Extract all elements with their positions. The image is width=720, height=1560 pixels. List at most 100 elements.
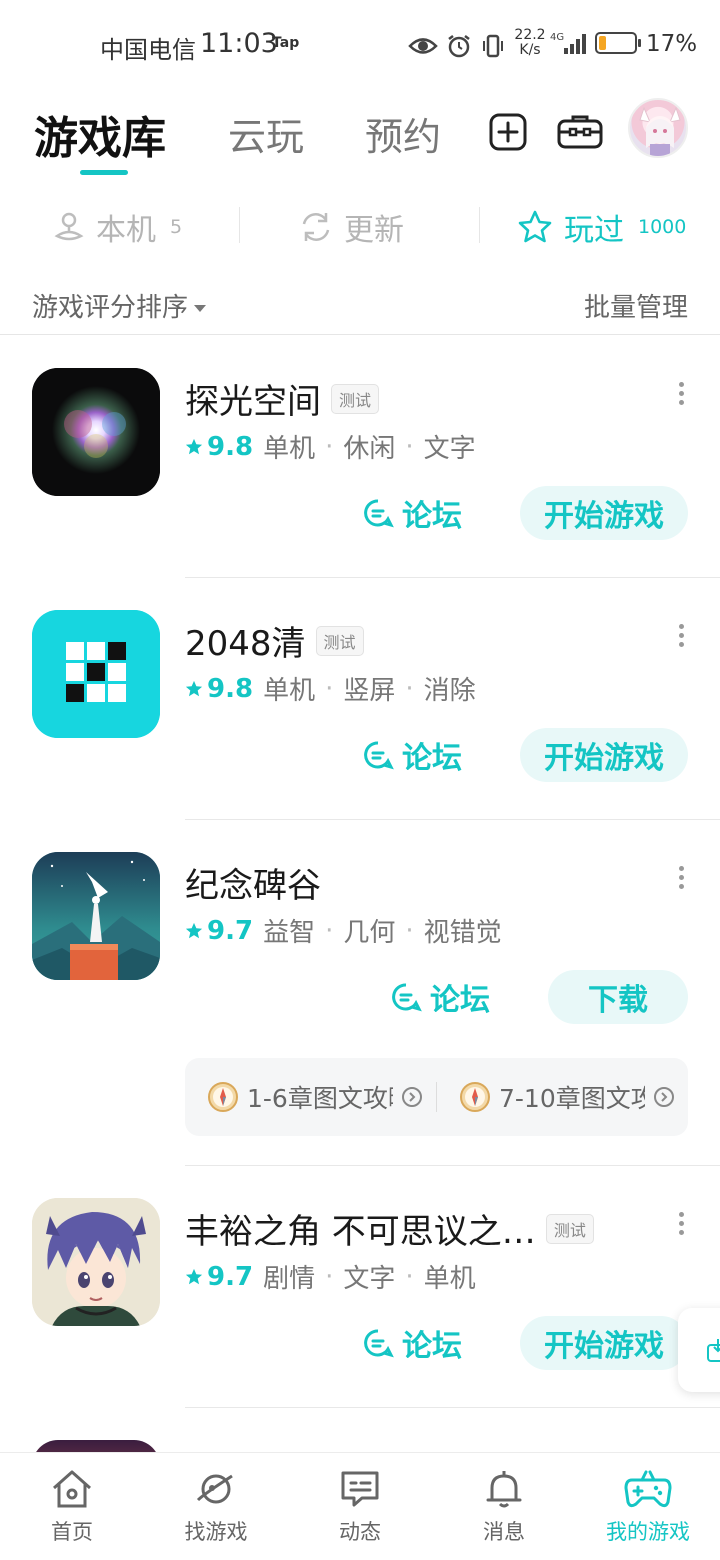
nav-home[interactable]: 首页 <box>0 1453 144 1560</box>
start-game-button[interactable]: 开始游戏 <box>520 486 688 540</box>
game-icon-art <box>32 852 160 980</box>
tab-reservation[interactable]: 预约 <box>365 106 441 161</box>
tag-separator: · <box>325 915 334 946</box>
toolbox-icon[interactable] <box>556 110 604 154</box>
nav-my-games[interactable]: 我的游戏 <box>576 1453 720 1560</box>
batch-manage-button[interactable]: 批量管理 <box>584 287 688 324</box>
nav-messages[interactable]: 消息 <box>432 1453 576 1560</box>
nav-find-games[interactable]: 找游戏 <box>144 1453 288 1560</box>
download-button[interactable]: 下载 <box>548 970 688 1024</box>
tag-separator: · <box>325 673 334 704</box>
guide-link[interactable]: 1-6章图文攻略 <box>185 1079 436 1115</box>
filter-local[interactable]: 本机 5 <box>52 203 182 251</box>
tab-game-library[interactable]: 游戏库 <box>34 102 166 166</box>
battery-percent: 17% <box>646 31 698 57</box>
game-title-text: 丰裕之角 不可思议之… <box>185 1212 536 1252</box>
planet-icon <box>196 1474 233 1503</box>
forum-icon <box>364 499 394 528</box>
chat-icon <box>341 1471 379 1506</box>
forum-button[interactable]: 论坛 <box>362 728 462 782</box>
test-badge: 测试 <box>331 383 380 414</box>
forum-button[interactable]: 论坛 <box>362 486 462 540</box>
game-title[interactable]: 丰裕之角 不可思议之… 测试 <box>185 1204 594 1253</box>
active-tab-indicator <box>80 170 128 175</box>
more-options-icon[interactable] <box>672 380 690 408</box>
game-item[interactable]: 纪念碑谷 9.7 益智 · 几何 · 视错觉 论坛 下载 1-6章图文攻略 7-… <box>0 820 720 1166</box>
more-options-icon[interactable] <box>672 622 690 650</box>
more-options-icon[interactable] <box>672 864 690 892</box>
next-game-preview <box>0 1410 720 1452</box>
nav-messages-label: 消息 <box>483 1519 525 1544</box>
forum-button[interactable]: 论坛 <box>390 970 490 1024</box>
user-avatar[interactable] <box>628 98 688 158</box>
tap-notification-icon: Tap <box>272 35 300 51</box>
filter-row: 本机 5 更新 玩过 1000 <box>0 195 720 259</box>
floating-side-button[interactable] <box>678 1308 720 1392</box>
filter-local-label: 本机 <box>96 213 156 248</box>
game-score-value: 9.7 <box>207 915 254 946</box>
caret-down-icon <box>194 305 207 312</box>
sort-dropdown-label: 游戏评分排序 <box>32 293 189 323</box>
filter-played[interactable]: 玩过 1000 <box>516 203 686 251</box>
game-score-value: 9.8 <box>207 431 254 462</box>
star-filled-icon <box>185 922 203 938</box>
test-badge: 测试 <box>545 1213 594 1244</box>
nav-feed[interactable]: 动态 <box>288 1453 432 1560</box>
guide-link[interactable]: 7-10章图文攻略 <box>437 1079 688 1115</box>
game-tag: 休闲 <box>343 434 396 464</box>
star-filled-icon <box>185 438 203 454</box>
game-icon <box>32 1440 160 1452</box>
sort-dropdown[interactable]: 游戏评分排序 <box>32 287 207 324</box>
start-game-button[interactable]: 开始游戏 <box>520 1316 688 1370</box>
filter-update[interactable]: 更新 <box>298 203 404 251</box>
game-title[interactable]: 纪念碑谷 <box>185 858 321 907</box>
game-tag: 益智 <box>263 918 316 948</box>
game-item[interactable]: 2048清 测试 9.8 单机 · 竖屏 · 消除 论坛 开始游戏 <box>0 578 720 820</box>
star-filled-icon <box>185 680 203 696</box>
add-icon[interactable] <box>486 110 530 154</box>
start-game-button[interactable]: 开始游戏 <box>520 728 688 782</box>
signal-icon: 4G <box>550 32 586 54</box>
game-score: 9.8 <box>185 674 253 704</box>
game-icon-art <box>32 1198 160 1326</box>
compass-icon <box>460 1082 490 1112</box>
game-item[interactable]: 探光空间 测试 9.8 单机 · 休闲 · 文字 论坛 开始游戏 <box>0 336 720 578</box>
guide-label: 7-10章图文攻略 <box>499 1084 645 1113</box>
game-title[interactable]: 2048清 测试 <box>185 616 364 665</box>
nav-feed-label: 动态 <box>339 1519 381 1544</box>
tab-cloud-play[interactable]: 云玩 <box>228 106 304 161</box>
chevron-right-icon <box>402 1087 422 1107</box>
alarm-icon <box>448 35 470 58</box>
game-title-text: 探光空间 <box>185 382 321 422</box>
bell-icon <box>486 1470 522 1507</box>
game-tag: 文字 <box>343 1264 396 1294</box>
star-icon <box>518 210 552 243</box>
divider <box>479 207 480 243</box>
nav-find-games-label: 找游戏 <box>184 1519 248 1544</box>
game-tag: 单机 <box>423 1264 476 1294</box>
filter-played-label: 玩过 <box>564 213 624 248</box>
sort-row: 游戏评分排序 批量管理 <box>0 275 720 335</box>
guide-strip: 1-6章图文攻略 7-10章图文攻略 <box>185 1058 688 1136</box>
nav-my-games-label: 我的游戏 <box>606 1519 690 1544</box>
game-tag: 消除 <box>423 676 476 706</box>
game-icon <box>32 610 160 738</box>
game-title-text: 2048清 <box>185 624 306 664</box>
star-filled-icon <box>185 1268 203 1284</box>
forum-button[interactable]: 论坛 <box>362 1316 462 1370</box>
home-icon <box>53 1470 91 1507</box>
forum-label: 论坛 <box>430 983 490 1018</box>
forum-icon <box>364 1329 394 1358</box>
game-title[interactable]: 探光空间 测试 <box>185 374 380 423</box>
tag-separator: · <box>405 431 414 462</box>
game-tag: 单机 <box>263 676 316 706</box>
nav-home-label: 首页 <box>51 1519 93 1544</box>
forum-icon <box>364 741 394 770</box>
chevron-right-icon <box>654 1087 674 1107</box>
more-options-icon[interactable] <box>672 1210 690 1238</box>
game-item[interactable]: 丰裕之角 不可思议之… 测试 9.7 剧情 · 文字 · 单机 论坛 开始游戏 <box>0 1166 720 1408</box>
tag-separator: · <box>405 673 414 704</box>
game-meta: 9.8 单机 · 休闲 · 文字 <box>185 428 476 465</box>
eye-icon <box>408 38 438 54</box>
guide-label: 1-6章图文攻略 <box>247 1084 393 1113</box>
